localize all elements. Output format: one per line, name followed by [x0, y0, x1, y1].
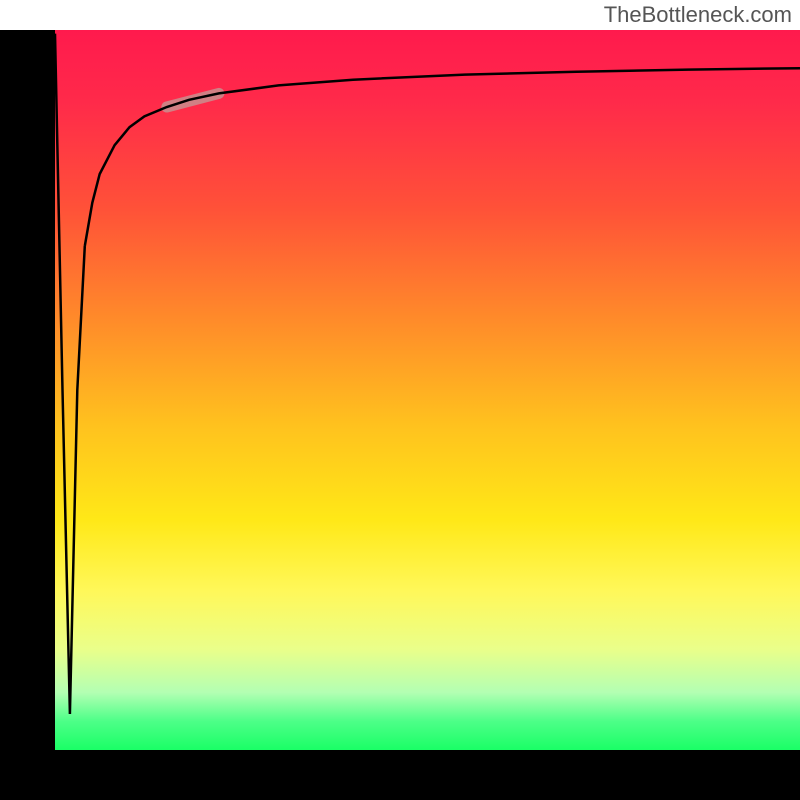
- watermark-label: TheBottleneck.com: [604, 2, 792, 28]
- plot-area: [55, 30, 800, 750]
- chart-container: TheBottleneck.com: [0, 0, 800, 800]
- dip-line: [55, 34, 85, 714]
- curve-svg: [55, 30, 800, 750]
- plot-frame: [0, 30, 800, 800]
